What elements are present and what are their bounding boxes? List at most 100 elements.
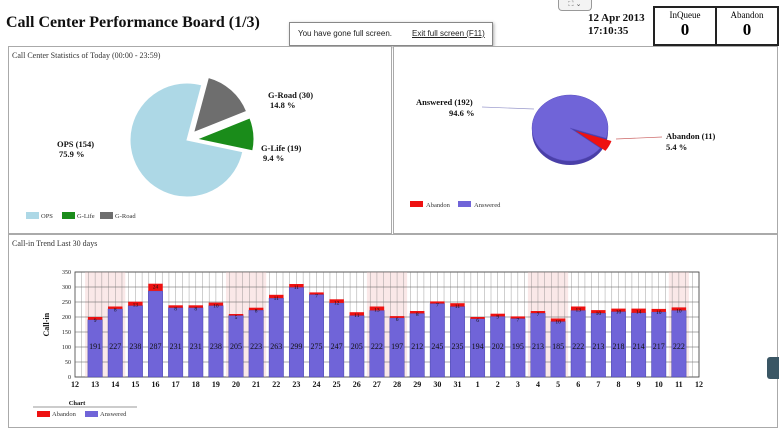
y-tick-label: 100 xyxy=(62,345,71,351)
answered-value-label: 222 xyxy=(572,342,584,351)
current-date: 12 Apr 2013 xyxy=(588,12,645,24)
pie-slice-answered xyxy=(531,94,609,162)
abandon-value-label: 7 xyxy=(516,317,519,323)
x-tick-label: 29 xyxy=(413,380,421,389)
legend-label-abandon: Abandon xyxy=(426,202,451,209)
abandon-value-label: 11 xyxy=(455,304,461,310)
exit-fullscreen-link[interactable]: Exit full screen (F11) xyxy=(412,29,485,38)
y-tick-label: 200 xyxy=(62,315,71,321)
slice-percent-ops: 75.9 % xyxy=(59,149,85,159)
x-tick-label: 2 xyxy=(496,380,500,389)
legend-swatch-answered xyxy=(458,201,471,207)
x-tick-label: 10 xyxy=(655,380,663,389)
slice-label-answered: Answered (192) xyxy=(416,97,473,107)
x-tick-label: 21 xyxy=(252,380,260,389)
answered-value-label: 217 xyxy=(653,342,665,351)
legend-label-answered: Answered xyxy=(474,202,501,209)
answered-value-label: 191 xyxy=(89,342,101,351)
side-panel-handle[interactable] xyxy=(767,357,779,379)
answered-value-label: 299 xyxy=(290,342,302,351)
current-time: 17:10:35 xyxy=(588,25,629,37)
x-tick-label: 3 xyxy=(516,380,520,389)
legend-swatch-abandon xyxy=(410,201,423,207)
abandon-value-label: 13 xyxy=(374,308,380,314)
abandon-value-label: 8 xyxy=(114,308,117,314)
slice-label-g-life: G-Life (19) xyxy=(261,143,302,153)
department-pie-chart: OPS (154)75.9 % G-Life (19)9.4 % G-Road (3… xyxy=(26,76,313,220)
legend-swatch-abandon xyxy=(37,411,50,417)
answered-value-label: 205 xyxy=(230,342,242,351)
trend-bar-chart: 050100150200250300350Call-in 919113822714… xyxy=(33,270,703,418)
abandon-value-label: 7 xyxy=(537,312,540,318)
answered-value-label: 185 xyxy=(552,342,564,351)
legend-swatch-answered xyxy=(85,411,98,417)
legend-title: Chart xyxy=(69,400,86,407)
y-tick-label: 50 xyxy=(65,360,71,366)
answered-value-label: 227 xyxy=(109,342,121,351)
trend-panel: Call-in Trend Last 30 days 0 50 100 150 200 2… xyxy=(8,234,778,428)
slice-label-abandon: Abandon (11) xyxy=(666,131,716,141)
fullscreen-message: You have gone full screen. xyxy=(298,29,392,38)
datetime: 12 Apr 2013 17:10:35 xyxy=(588,12,645,38)
answered-value-label: 214 xyxy=(633,342,645,351)
answered-value-label: 222 xyxy=(673,342,685,351)
x-tick-label: 15 xyxy=(131,380,139,389)
answered-value-label: 238 xyxy=(210,342,222,351)
abandon-counter: Abandon 0 xyxy=(715,6,779,46)
answered-value-label: 212 xyxy=(411,342,423,351)
restore-icon[interactable]: ⛶ xyxy=(568,0,573,8)
bar-answered xyxy=(268,297,284,378)
abandon-label: Abandon xyxy=(730,10,764,20)
x-tick-label-start: 12 xyxy=(71,380,79,389)
x-tick-label: 25 xyxy=(333,380,341,389)
x-tick-label: 31 xyxy=(453,380,461,389)
slice-label-ops: OPS (154) xyxy=(57,139,94,149)
x-tick-label: 7 xyxy=(596,380,600,389)
legend-swatch-g-road xyxy=(100,212,113,219)
fullscreen-toolbar-toggle[interactable]: ⛶ ⌄ xyxy=(558,0,592,11)
x-tick-label: 30 xyxy=(433,380,441,389)
leader-line-answered xyxy=(481,106,535,110)
x-tick-label: 18 xyxy=(192,380,200,389)
x-tick-label: 17 xyxy=(172,380,180,389)
inqueue-value: 0 xyxy=(680,20,690,39)
slice-percent-abandon: 5.4 % xyxy=(666,142,687,152)
legend-label-ops: OPS xyxy=(41,213,53,220)
answered-value-label: 202 xyxy=(492,342,504,351)
abandon-value-label: 5 xyxy=(235,315,238,321)
x-tick-label: 24 xyxy=(313,380,321,389)
answer-panel: Answered (192) 94.6 % Abandon (11) 5.4 % Aba… xyxy=(393,46,778,234)
answered-value-label: 287 xyxy=(150,342,162,351)
bar-answered xyxy=(309,294,324,378)
answered-value-label: 213 xyxy=(532,342,544,351)
answered-value-label: 197 xyxy=(391,342,403,351)
chevron-down-icon[interactable]: ⌄ xyxy=(576,0,582,8)
y-tick-label: 350 xyxy=(62,270,71,276)
x-tick-label: 5 xyxy=(556,380,560,389)
abandon-value-label: 10 xyxy=(555,320,561,326)
answered-value-label: 238 xyxy=(129,342,141,351)
x-tick-label: 1 xyxy=(476,380,480,389)
answered-value-label: 195 xyxy=(512,342,524,351)
abandon-value-label: 11 xyxy=(354,313,360,319)
abandon-value-label: 10 xyxy=(656,310,662,316)
abandon-value-label: 13 xyxy=(575,308,581,314)
x-tick-label: 11 xyxy=(675,380,683,389)
abandon-value-label: 6 xyxy=(476,318,479,324)
x-tick-label: 22 xyxy=(272,380,280,389)
legend-swatch-g-life xyxy=(62,212,75,219)
x-tick-label: 20 xyxy=(232,380,240,389)
abandon-value-label: 9 xyxy=(496,315,499,321)
fullscreen-notification: You have gone full screen. Exit full scr… xyxy=(289,22,493,46)
answered-value-label: 218 xyxy=(612,342,624,351)
x-tick-label: 14 xyxy=(111,380,119,389)
abandon-value: 0 xyxy=(742,20,752,39)
bar-answered xyxy=(329,302,345,378)
answered-value-label: 263 xyxy=(270,342,282,351)
abandon-value-label: 10 xyxy=(616,310,622,316)
answered-value-label: 275 xyxy=(311,342,323,351)
answered-value-label: 245 xyxy=(431,342,443,351)
y-axis-label: Call-in xyxy=(42,312,51,336)
leader-line-abandon xyxy=(615,136,663,140)
legend-swatch-ops xyxy=(26,212,39,219)
